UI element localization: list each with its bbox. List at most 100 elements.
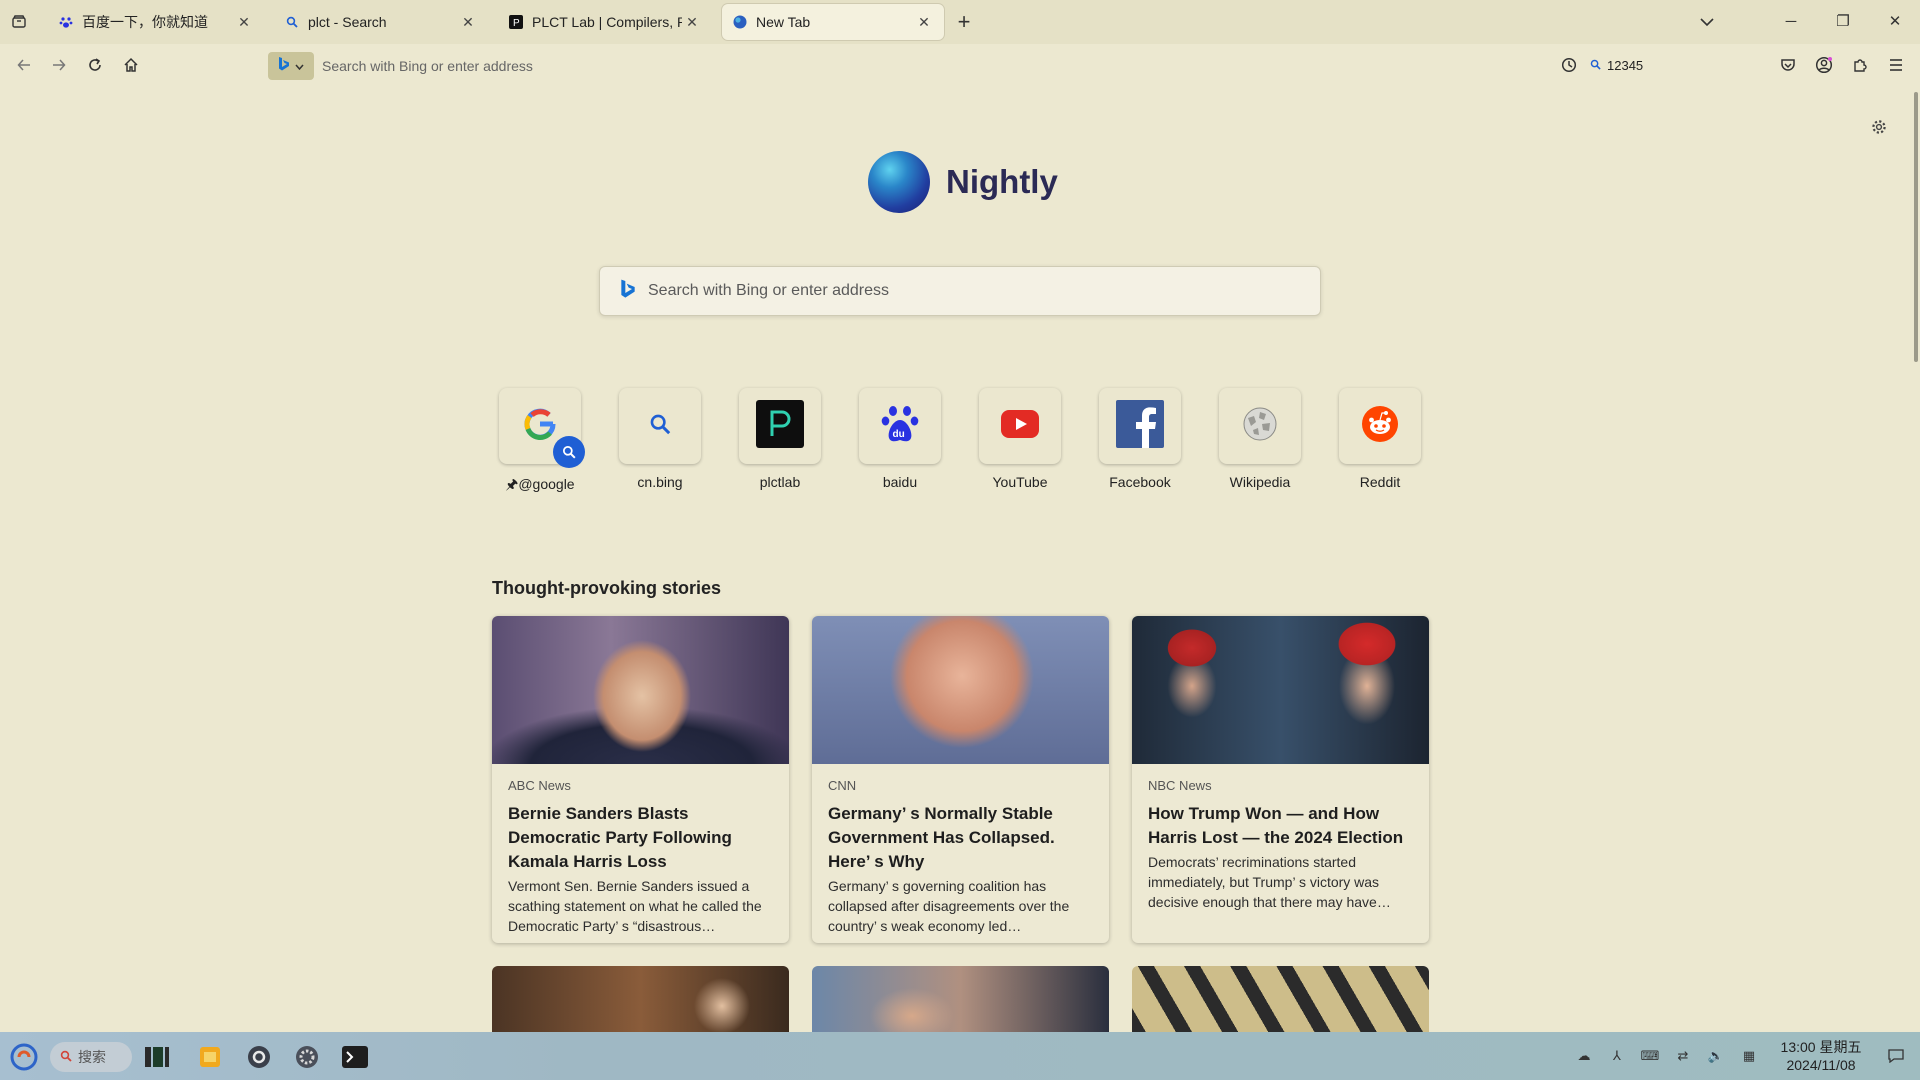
bing-icon [278,56,290,77]
search-icon [284,14,300,30]
search-icon [649,413,671,440]
list-all-tabs-chevron-icon[interactable] [1694,9,1720,35]
story-card-partial[interactable] [812,966,1109,1036]
start-menu-icon[interactable] [9,1042,39,1072]
shortcut-tile[interactable]: du [859,388,941,464]
forward-arrow-icon[interactable] [46,52,72,78]
back-arrow-icon[interactable] [11,52,37,78]
tab-baidu[interactable]: 百度一下，你就知道 ✕ [48,4,264,40]
close-icon[interactable]: ✕ [234,14,254,31]
terminal-icon[interactable] [340,1042,370,1072]
shortcut-wikipedia[interactable]: Wikipedia [1219,388,1301,490]
close-icon[interactable]: ✕ [458,14,478,31]
shortcut-label: plctlab [759,474,801,490]
story-source: NBC News [1148,778,1212,793]
restore-icon[interactable]: ❐ [1828,10,1858,34]
search-shortcut-badge-icon [553,436,585,468]
account-icon[interactable] [1811,52,1837,78]
network-icon[interactable]: ⇄ [1673,1046,1693,1066]
story-headline[interactable]: How Trump Won — and How Harris Lost — th… [1148,802,1413,850]
plct-p-icon: P [508,14,524,30]
shortcut-plctlab[interactable]: plctlab [739,388,821,490]
settings-app-icon[interactable] [244,1042,274,1072]
shortcut-youtube[interactable]: YouTube [979,388,1061,490]
firefox-view-icon[interactable] [6,9,32,35]
bing-icon [620,278,636,305]
story-card-partial[interactable] [492,966,789,1036]
main-search-box[interactable] [599,266,1321,316]
shortcut-tile[interactable] [739,388,821,464]
shortcut-tile[interactable] [499,388,585,468]
plct-p-icon [756,399,804,453]
baidu-paw-icon: du [881,404,919,449]
keyboard-icon[interactable]: ⌨ [1640,1046,1660,1066]
shortcut-tile[interactable] [619,388,701,464]
story-card[interactable]: NBC News How Trump Won — and How Harris … [1132,616,1429,943]
story-card[interactable]: CNN Germany’ s Normally Stable Governmen… [812,616,1109,943]
taskbar: ☁ ⅄ ⌨ ⇄ 🔈 ▦ 13:00 星期五 2024/11/08 [0,1032,1920,1080]
taskbar-search-input[interactable] [78,1049,128,1065]
volume-icon[interactable]: 🔈 [1706,1046,1726,1066]
brand-logo-area: Nightly [868,151,1058,213]
taskbar-search[interactable] [50,1042,132,1072]
tab-new-tab[interactable]: New Tab ✕ [722,4,944,40]
calendar-tray-icon[interactable]: ▦ [1739,1046,1759,1066]
story-excerpt: Democrats’ recriminations started immedi… [1148,854,1391,910]
file-manager-icon[interactable] [195,1042,225,1072]
search-bar-value: 12345 [1607,57,1644,73]
new-tab-plus-icon[interactable]: + [951,9,977,35]
facebook-icon [1116,399,1164,453]
story-headline[interactable]: Germany’ s Normally Stable Government Ha… [828,802,1093,874]
notification-icon[interactable] [1886,1046,1906,1066]
cloud-tray-icon[interactable]: ☁ [1574,1046,1594,1066]
task-view-icon[interactable] [142,1042,172,1072]
search-icon [1590,58,1601,73]
story-headline[interactable]: Bernie Sanders Blasts Democratic Party F… [508,802,773,874]
tab-plct-search[interactable]: plct - Search ✕ [274,4,488,40]
shortcut-tile[interactable] [979,388,1061,464]
search-engine-selector[interactable] [268,52,314,80]
tab-title: 百度一下，你就知道 [82,14,208,30]
shortcut-cn-bing[interactable]: cn.bing [619,388,701,490]
shortcut-facebook[interactable]: Facebook [1099,388,1181,490]
story-excerpt: Vermont Sen. Bernie Sanders issued a sca… [508,878,762,934]
search-bar[interactable]: 12345 [1590,52,1750,78]
stories-heading: Thought-provoking stories [492,578,721,598]
story-excerpt: Germany’ s governing coalition has colla… [828,878,1070,934]
reload-icon[interactable] [82,52,108,78]
tab-plct-lab[interactable]: P PLCT Lab | Compilers, Runt ✕ [498,4,712,40]
page-scrollbar[interactable] [1914,92,1918,362]
shortcut-tile[interactable] [1219,388,1301,464]
history-clock-icon[interactable] [1556,52,1582,78]
clock[interactable]: 13:00 星期五 2024/11/08 [1766,1038,1876,1074]
nightly-globe-icon [732,14,748,30]
brand-name: Nightly [946,163,1058,200]
shortcut-label: baidu [882,474,918,490]
shortcut-tile[interactable] [1339,388,1421,464]
reddit-icon [1361,405,1399,448]
input-method-icon[interactable]: ⅄ [1607,1046,1627,1066]
shortcut-tile[interactable] [1099,388,1181,464]
gear-icon[interactable] [1868,116,1890,138]
minimize-icon[interactable]: ─ [1776,10,1806,34]
close-window-icon[interactable]: ✕ [1880,10,1910,34]
address-input[interactable] [322,58,1222,74]
home-icon[interactable] [118,52,144,78]
story-card-partial[interactable] [1132,966,1429,1036]
baidu-paw-icon [58,14,74,30]
shortcut-label: Wikipedia [1229,474,1291,490]
pocket-icon[interactable] [1775,52,1801,78]
close-icon[interactable]: ✕ [682,14,702,31]
close-icon[interactable]: ✕ [914,14,934,31]
youtube-icon [1001,409,1039,443]
extensions-puzzle-icon[interactable] [1847,52,1873,78]
settings-gear-app-icon[interactable] [292,1042,322,1072]
shortcut-reddit[interactable]: Reddit [1339,388,1421,490]
story-card[interactable]: ABC News Bernie Sanders Blasts Democrati… [492,616,789,943]
svg-text:P: P [513,18,520,29]
svg-text:du: du [893,429,905,440]
shortcut-baidu[interactable]: du baidu [859,388,941,490]
main-search-input[interactable] [648,282,1288,300]
shortcut-google[interactable]: 🖈@google [499,388,585,498]
hamburger-menu-icon[interactable] [1883,52,1909,78]
